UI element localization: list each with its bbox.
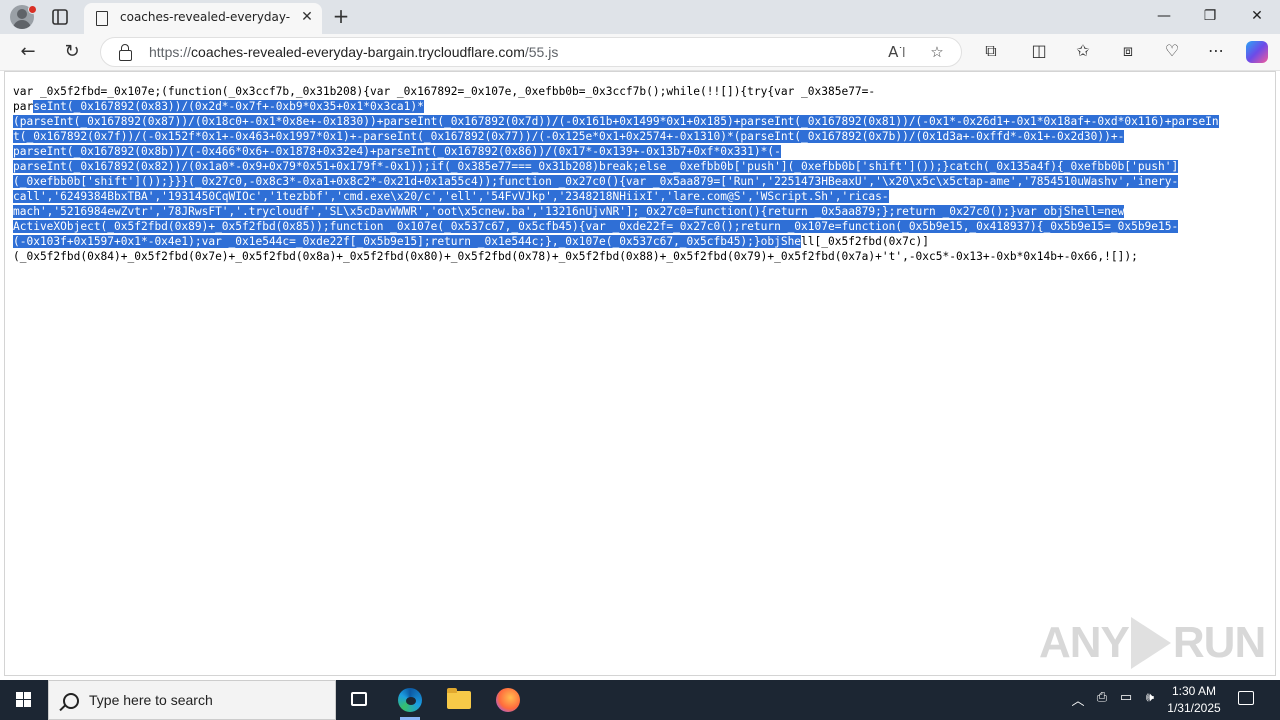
code-line: (_0xefbb0b['shift']());}}}(_0x27c0,-0x8c… (13, 174, 1269, 189)
address-bar[interactable]: https://coaches-revealed-everyday-bargai… (100, 37, 962, 67)
edge-taskbar-button[interactable] (386, 680, 434, 720)
code-line: t(_0x167892(0x7f))/(-0x152f*0x1+-0x463+0… (13, 129, 1269, 144)
code-line: call','6249384BbxTBA','1931450CqWIOc','1… (13, 189, 1269, 204)
selected-text: t(_0x167892(0x7f))/(-0x152f*0x1+-0x463+0… (13, 130, 1125, 143)
url-text[interactable]: https://coaches-revealed-everyday-bargai… (149, 44, 558, 60)
url-path: /55.js (524, 44, 559, 60)
code-line: ActiveXObject(_0x5f2fbd(0x89)+_0x5f2fbd(… (13, 219, 1269, 234)
folder-icon (447, 688, 471, 709)
clock-time: 1:30 AM (1171, 684, 1217, 698)
page-content: var _0x5f2fbd=_0x107e;(function(_0x3ccf7… (4, 71, 1276, 676)
lock-icon[interactable] (119, 44, 132, 61)
watermark-left: ANY (1039, 618, 1130, 667)
network-icon[interactable]: ▭ (1116, 690, 1136, 705)
more-menu-icon[interactable]: ⋯ (1205, 40, 1227, 62)
document-icon (96, 11, 108, 26)
js-source-text[interactable]: var _0x5f2fbd=_0x107e;(function(_0x3ccf7… (13, 84, 1269, 264)
refresh-icon[interactable]: ↻ (58, 38, 86, 66)
code-line: (_0x5f2fbd(0x84)+_0x5f2fbd(0x7e)+_0x5f2f… (13, 249, 1269, 264)
tab-title: coaches-revealed-everyday-barg (120, 10, 290, 24)
url-host: coaches-revealed-everyday-bargain.tryclo… (191, 44, 525, 60)
system-clock[interactable]: 1:30 AM 1/31/2025 (1162, 683, 1226, 717)
search-placeholder: Type here to search (89, 692, 213, 708)
search-icon (63, 693, 79, 709)
selected-text: seInt(_0x167892(0x83))/(0x2d*-0x7f+-0xb9… (33, 100, 424, 113)
browser-toolbar: ← ↻ https://coaches-revealed-everyday-ba… (0, 34, 1280, 71)
restore-button[interactable]: ❐ (1187, 0, 1233, 34)
file-explorer-button[interactable] (435, 680, 483, 720)
extensions-icon[interactable]: ⧉ (980, 40, 1002, 62)
selected-text: (parseInt(_0x167892(0x87))/(0x18c0+-0x1*… (13, 115, 1219, 128)
code-line: (parseInt(_0x167892(0x87))/(0x18c0+-0x1*… (13, 114, 1269, 129)
code-text: (_0x5f2fbd(0x84)+_0x5f2fbd(0x7e)+_0x5f2f… (13, 250, 1138, 263)
selected-text: parseInt(_0x167892(0x82))/(0x1a0*-0x9+0x… (13, 160, 1179, 173)
firefox-taskbar-button[interactable] (484, 680, 532, 720)
taskbar-search[interactable]: Type here to search (48, 680, 336, 720)
taskbar: Type here to search ︿ ⎙ ▭ 🕪 1:30 AM 1/31… (0, 680, 1280, 720)
selected-text: call','6249384BbxTBA','1931450CqWIOc','1… (13, 190, 889, 203)
start-button[interactable] (0, 680, 48, 720)
watermark-right: RUN (1172, 618, 1266, 667)
code-text: var _0x5f2fbd=_0x107e;(function(_0x3ccf7… (13, 85, 876, 98)
back-arrow-icon[interactable]: ← (14, 38, 42, 66)
play-icon (1130, 617, 1171, 669)
anyrun-watermark: ANY RUN (1039, 617, 1266, 669)
collections-icon[interactable]: ⧈ (1117, 40, 1139, 62)
device-icon[interactable]: ⎙ (1092, 690, 1112, 705)
code-text: ll[_0x5f2fbd(0x7c)] (801, 235, 930, 248)
selected-text: ActiveXObject(_0x5f2fbd(0x89)+_0x5f2fbd(… (13, 220, 1179, 233)
favorite-star-icon[interactable]: ☆ (927, 42, 947, 62)
volume-icon[interactable]: 🕪 (1140, 690, 1160, 705)
minimize-button[interactable]: — (1141, 0, 1187, 34)
profile-notification-dot (28, 5, 37, 14)
code-text: par (13, 100, 34, 113)
selected-text: mach','5216984ewZvtr','78JRwsFT','.trycl… (13, 205, 1125, 218)
code-line: var _0x5f2fbd=_0x107e;(function(_0x3ccf7… (13, 84, 1269, 99)
tab-actions-button[interactable] (48, 6, 72, 28)
tab-strip: coaches-revealed-everyday-barg ✕ + — ❐ ✕ (0, 0, 1280, 34)
tab-close-icon[interactable]: ✕ (298, 8, 316, 26)
task-view-icon (351, 692, 367, 706)
code-line: mach','5216984ewZvtr','78JRwsFT','.trycl… (13, 204, 1269, 219)
performance-icon[interactable]: ♡ (1161, 40, 1183, 62)
favorites-icon[interactable]: ✩ (1072, 40, 1094, 62)
selected-text: (-0x103f+0x1597+0x1*-0x4e1);var _0x1e544… (13, 235, 802, 248)
url-prefix: https:// (149, 44, 192, 60)
code-line: (-0x103f+0x1597+0x1*-0x4e1);var _0x1e544… (13, 234, 1269, 249)
firefox-icon (496, 688, 520, 712)
selected-text: (_0xefbb0b['shift']());}}}(_0x27c0,-0x8c… (13, 175, 1179, 188)
close-window-button[interactable]: ✕ (1234, 0, 1280, 34)
read-aloud-icon[interactable]: A꜈ (887, 42, 907, 62)
browser-tab[interactable]: coaches-revealed-everyday-barg ✕ (84, 3, 322, 34)
split-screen-icon[interactable]: ◫ (1028, 40, 1050, 62)
selected-text: parseInt(_0x167892(0x8b))/(-0x466*0x6+-0… (13, 145, 781, 158)
code-line: parseInt(_0x167892(0x83))/(0x2d*-0x7f+-0… (13, 99, 1269, 114)
tab-actions-icon (52, 9, 68, 25)
code-line: parseInt(_0x167892(0x82))/(0x1a0*-0x9+0x… (13, 159, 1269, 174)
notification-icon[interactable] (1238, 691, 1254, 705)
new-tab-button[interactable]: + (330, 5, 352, 27)
copilot-icon[interactable] (1246, 41, 1268, 63)
chevron-up-icon[interactable]: ︿ (1068, 690, 1088, 709)
code-line: parseInt(_0x167892(0x8b))/(-0x466*0x6+-0… (13, 144, 1269, 159)
edge-icon (398, 688, 422, 712)
windows-logo-icon (16, 692, 32, 708)
task-view-button[interactable] (336, 680, 384, 720)
clock-date: 1/31/2025 (1167, 701, 1221, 715)
